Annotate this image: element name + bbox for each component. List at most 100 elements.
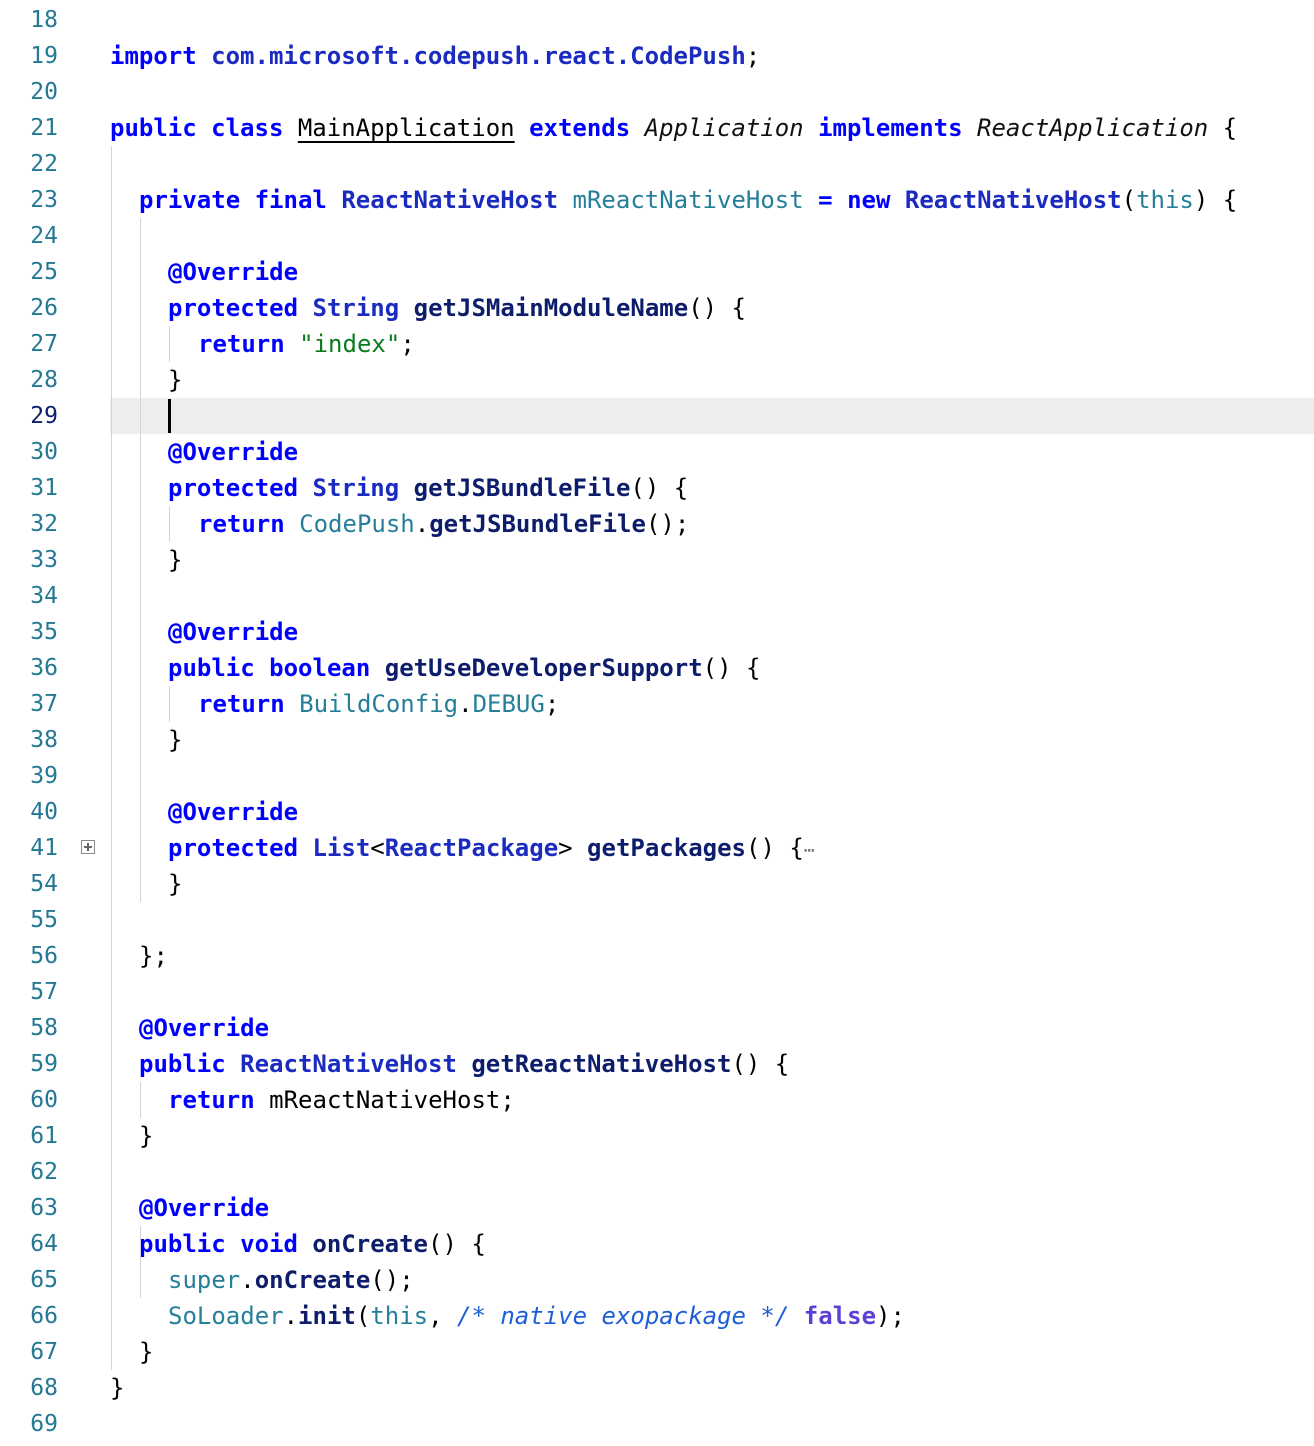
line-number[interactable]: 27 — [0, 326, 58, 362]
code-text[interactable]: } — [168, 542, 182, 578]
code-line[interactable]: 20 — [0, 74, 1314, 110]
line-number[interactable]: 30 — [0, 434, 58, 470]
line-number[interactable]: 26 — [0, 290, 58, 326]
line-number[interactable]: 18 — [0, 2, 58, 38]
code-text[interactable]: @Override — [139, 1190, 269, 1226]
code-line[interactable]: 59 public ReactNativeHost getReactNativeH… — [0, 1046, 1314, 1082]
code-line[interactable]: 21 public class MainApplication extends A… — [0, 110, 1314, 146]
code-text[interactable]: return CodePush.getJSBundleFile(); — [198, 506, 689, 542]
code-text[interactable]: @Override — [139, 1010, 269, 1046]
code-line[interactable]: 62 — [0, 1154, 1314, 1190]
line-number[interactable]: 36 — [0, 650, 58, 686]
code-line[interactable]: 56}; — [0, 938, 1314, 974]
line-number[interactable]: 34 — [0, 578, 58, 614]
line-number[interactable]: 65 — [0, 1262, 58, 1298]
line-number[interactable]: 55 — [0, 902, 58, 938]
code-text[interactable]: public void onCreate() { — [139, 1226, 486, 1262]
line-number[interactable]: 67 — [0, 1334, 58, 1370]
code-line[interactable]: 36 public boolean getUseDeveloperSupport(… — [0, 650, 1314, 686]
line-number[interactable]: 62 — [0, 1154, 58, 1190]
code-text[interactable]: public boolean getUseDeveloperSupport() … — [168, 650, 760, 686]
code-text[interactable]: @Override — [168, 254, 298, 290]
code-text[interactable]: }; — [139, 938, 168, 974]
code-line[interactable]: 58 @Override — [0, 1010, 1314, 1046]
code-editor[interactable]: 18 19 import com.microsoft.codepush.react.… — [0, 0, 1314, 1446]
code-line[interactable]: 19 import com.microsoft.codepush.react.Co… — [0, 38, 1314, 74]
code-text[interactable]: } — [168, 866, 182, 902]
code-text[interactable]: } — [139, 1334, 153, 1370]
line-number[interactable]: 59 — [0, 1046, 58, 1082]
line-number[interactable]: 32 — [0, 506, 58, 542]
code-line[interactable]: 40 @Override — [0, 794, 1314, 830]
code-line[interactable]: 26 protected String getJSMainModuleName()… — [0, 290, 1314, 326]
code-text[interactable]: } — [168, 722, 182, 758]
code-line[interactable]: 64 public void onCreate() { — [0, 1226, 1314, 1262]
code-text[interactable]: protected String getJSBundleFile() { — [168, 470, 688, 506]
line-number[interactable]: 57 — [0, 974, 58, 1010]
code-line[interactable]: 55 — [0, 902, 1314, 938]
code-text[interactable]: private final ReactNativeHost mReactNati… — [139, 182, 1237, 218]
line-number[interactable]: 25 — [0, 254, 58, 290]
code-text[interactable]: public ReactNativeHost getReactNativeHos… — [139, 1046, 789, 1082]
code-line[interactable]: 57 — [0, 974, 1314, 1010]
code-line[interactable]: 22 — [0, 146, 1314, 182]
line-number[interactable]: 20 — [0, 74, 58, 110]
code-text[interactable]: SoLoader.init(this, /* native exopackage… — [168, 1298, 905, 1334]
line-number[interactable]: 54 — [0, 866, 58, 902]
code-text[interactable]: @Override — [168, 794, 298, 830]
code-text[interactable]: return mReactNativeHost; — [168, 1082, 515, 1118]
code-line[interactable]: 28} — [0, 362, 1314, 398]
line-number[interactable]: 64 — [0, 1226, 58, 1262]
line-number[interactable]: 35 — [0, 614, 58, 650]
line-number[interactable]: 21 — [0, 110, 58, 146]
line-number[interactable]: 66 — [0, 1298, 58, 1334]
line-number[interactable]: 28 — [0, 362, 58, 398]
code-line[interactable]: 63 @Override — [0, 1190, 1314, 1226]
line-number[interactable]: 31 — [0, 470, 58, 506]
code-line[interactable]: 29 — [0, 398, 1314, 434]
line-number[interactable]: 19 — [0, 38, 58, 74]
code-line[interactable]: 67} — [0, 1334, 1314, 1370]
code-line[interactable]: 24 — [0, 218, 1314, 254]
line-number[interactable]: 40 — [0, 794, 58, 830]
line-number[interactable]: 58 — [0, 1010, 58, 1046]
line-number[interactable]: 29 — [0, 398, 58, 434]
line-number[interactable]: 69 — [0, 1406, 58, 1442]
code-line[interactable]: 39 — [0, 758, 1314, 794]
code-text[interactable]: public class MainApplication extends App… — [110, 110, 1237, 146]
line-number[interactable]: 41 — [0, 830, 58, 866]
fold-expand-icon[interactable] — [81, 840, 95, 854]
code-text[interactable]: protected List<ReactPackage> getPackages… — [168, 830, 815, 869]
line-number[interactable]: 33 — [0, 542, 58, 578]
line-number[interactable]: 68 — [0, 1370, 58, 1406]
line-number[interactable]: 60 — [0, 1082, 58, 1118]
code-text[interactable]: return "index"; — [198, 326, 415, 362]
folded-region-ellipsis[interactable]: ⋯ — [804, 840, 815, 861]
line-number[interactable]: 38 — [0, 722, 58, 758]
line-number[interactable]: 22 — [0, 146, 58, 182]
code-line[interactable]: 31 protected String getJSBundleFile() { — [0, 470, 1314, 506]
code-text[interactable]: import com.microsoft.codepush.react.Code… — [110, 38, 760, 74]
line-number[interactable]: 23 — [0, 182, 58, 218]
code-text[interactable]: } — [139, 1118, 153, 1154]
line-number[interactable]: 37 — [0, 686, 58, 722]
line-number[interactable]: 56 — [0, 938, 58, 974]
code-line[interactable]: 18 — [0, 2, 1314, 38]
code-line[interactable]: 27 return "index"; — [0, 326, 1314, 362]
code-line[interactable]: 25 @Override — [0, 254, 1314, 290]
code-line[interactable]: 66 SoLoader.init(this, /* native exopacka… — [0, 1298, 1314, 1334]
code-line[interactable]: 23 private final ReactNativeHost mReactNa… — [0, 182, 1314, 218]
code-line[interactable]: 32 return CodePush.getJSBundleFile(); — [0, 506, 1314, 542]
code-line[interactable]: 60 return mReactNativeHost; — [0, 1082, 1314, 1118]
line-number[interactable]: 63 — [0, 1190, 58, 1226]
code-text[interactable]: } — [168, 362, 182, 398]
code-text[interactable]: @Override — [168, 434, 298, 470]
line-number[interactable]: 61 — [0, 1118, 58, 1154]
code-line[interactable]: 41 protected List<ReactPackage> getPackag… — [0, 830, 1314, 866]
code-text[interactable]: super.onCreate(); — [168, 1262, 414, 1298]
code-line[interactable]: 54} — [0, 866, 1314, 902]
code-line[interactable]: 35 @Override — [0, 614, 1314, 650]
code-text[interactable]: } — [110, 1370, 124, 1406]
code-line[interactable]: 68} — [0, 1370, 1314, 1406]
code-text[interactable]: return BuildConfig.DEBUG; — [198, 686, 559, 722]
